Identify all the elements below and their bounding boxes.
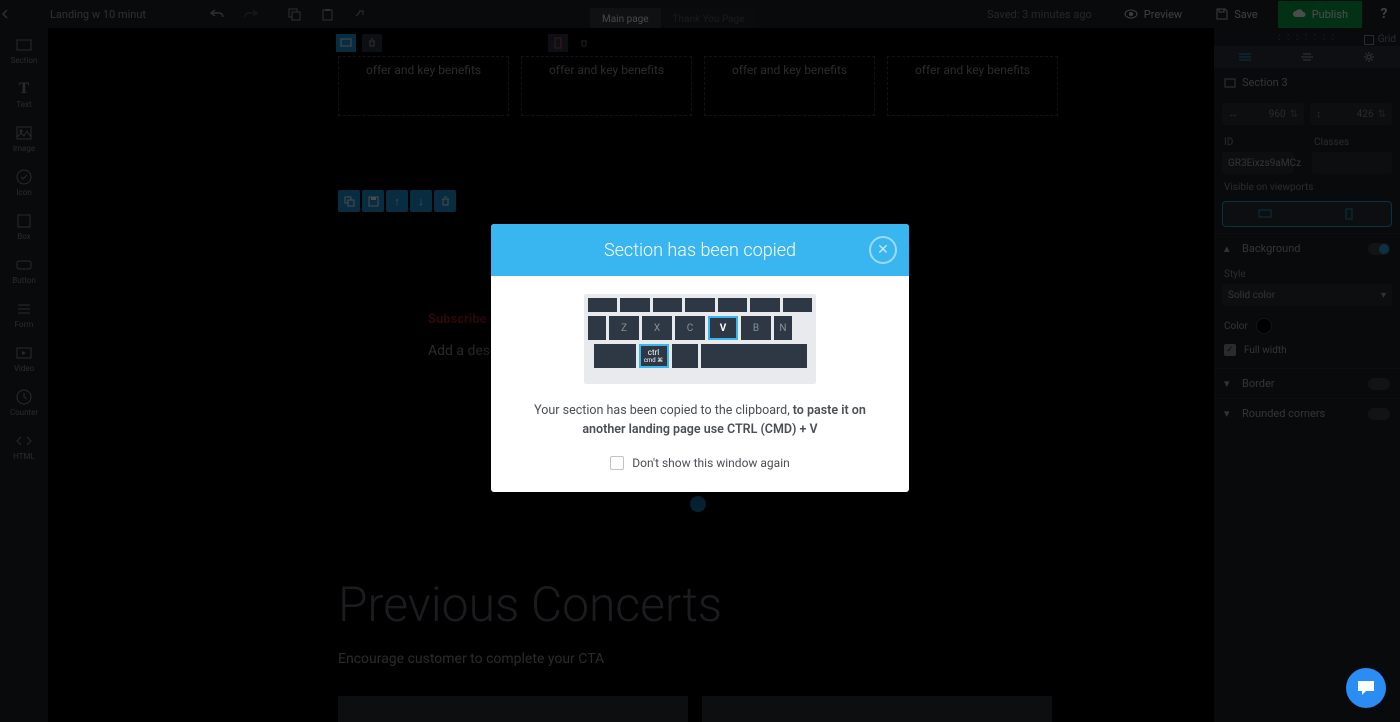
modal-body: Z X C V B N ctrlcmd ⌘ Your section has b… bbox=[491, 276, 909, 492]
chat-icon bbox=[1356, 679, 1376, 697]
modal-header: Section has been copied ✕ bbox=[491, 224, 909, 276]
chat-support-button[interactable] bbox=[1346, 668, 1386, 708]
modal-instruction-text: Your section has been copied to the clip… bbox=[515, 402, 885, 440]
v-key-icon: V bbox=[708, 316, 738, 340]
copy-confirmation-modal: Section has been copied ✕ Z X C V B N ct… bbox=[491, 224, 909, 492]
dont-show-again-checkbox[interactable]: Don't show this window again bbox=[515, 456, 885, 470]
checkbox-icon bbox=[610, 456, 624, 470]
modal-title: Section has been copied bbox=[604, 240, 796, 261]
keyboard-illustration: Z X C V B N ctrlcmd ⌘ bbox=[584, 294, 816, 384]
ctrl-key-icon: ctrlcmd ⌘ bbox=[639, 344, 669, 368]
modal-close-button[interactable]: ✕ bbox=[869, 236, 897, 264]
